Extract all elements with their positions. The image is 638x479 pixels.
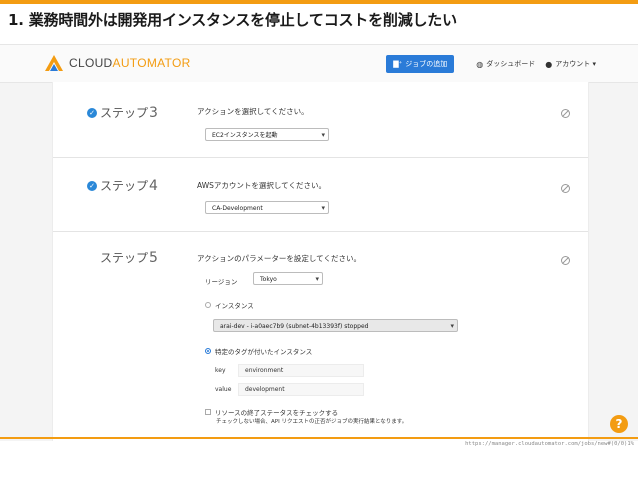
step-4-question: AWSアカウントを選択してください。 bbox=[197, 181, 326, 190]
check-circle-icon: ✓ bbox=[87, 180, 97, 191]
tag-key-input[interactable]: environment bbox=[238, 364, 364, 377]
dashboard-icon: ◍ bbox=[476, 59, 484, 69]
select-arrow-icon: ▾ bbox=[450, 322, 454, 330]
instance-select-value: arai-dev - i-a0aec7b9 (subnet-4b13393f) … bbox=[220, 323, 369, 330]
step-4-label-text: ステップ bbox=[100, 179, 149, 193]
region-label: リージョン bbox=[205, 278, 238, 286]
aws-account-select-value: CA-Development bbox=[212, 205, 263, 212]
add-job-icon: ▇⁺ bbox=[393, 60, 403, 68]
step-3-question: アクションを選択してください。 bbox=[197, 107, 309, 116]
disable-icon[interactable] bbox=[561, 256, 570, 265]
step-5-label: ステップ 5 bbox=[100, 249, 158, 266]
tag-key-label: key bbox=[215, 367, 226, 374]
bottom-accent-bar bbox=[0, 437, 638, 439]
nav-account-label: アカウント ▾ bbox=[555, 60, 596, 68]
step-5: ステップ 5 アクションのパラメーターを設定してください。 リージョン Toky… bbox=[53, 231, 588, 441]
tag-value-label: value bbox=[215, 386, 232, 393]
instance-radio[interactable]: インスタンス bbox=[205, 300, 254, 310]
instance-radio-label: インスタンス bbox=[215, 302, 254, 310]
step-5-number: 5 bbox=[149, 249, 158, 266]
job-form-panel: ✓ ステップ 3 アクションを選択してください。 EC2インスタンスを起動 ▾ … bbox=[52, 82, 589, 441]
logo-mark-icon bbox=[45, 55, 63, 71]
region-select-value: Tokyo bbox=[260, 276, 277, 283]
tagged-instance-radio[interactable]: 特定のタグが付いたインスタンス bbox=[205, 346, 312, 356]
nav-account[interactable]: ● アカウント ▾ bbox=[545, 59, 596, 69]
browser-screenshot: CLOUDAUTOMATOR ▇⁺ ジョブの追加 ◍ ダッシュボード ● アカウ… bbox=[0, 44, 638, 441]
step-5-question: アクションのパラメーターを設定してください。 bbox=[197, 254, 361, 263]
user-icon: ● bbox=[545, 59, 553, 69]
logo-text: CLOUDAUTOMATOR bbox=[69, 56, 191, 70]
check-status-label: リソースの終了ステータスをチェックする bbox=[215, 409, 339, 417]
help-button[interactable]: ? bbox=[610, 415, 628, 433]
disable-icon[interactable] bbox=[561, 109, 570, 118]
disable-icon[interactable] bbox=[561, 184, 570, 193]
action-select[interactable]: EC2インスタンスを起動 ▾ bbox=[205, 128, 329, 141]
radio-checked-icon bbox=[205, 348, 211, 354]
step-3-label: ✓ ステップ 3 bbox=[87, 104, 158, 121]
select-arrow-icon: ▾ bbox=[321, 131, 325, 139]
logo-text-suffix: AUTOMATOR bbox=[112, 56, 191, 70]
step-5-label-text: ステップ bbox=[100, 251, 149, 265]
app-header: CLOUDAUTOMATOR ▇⁺ ジョブの追加 ◍ ダッシュボード ● アカウ… bbox=[0, 45, 638, 83]
logo[interactable]: CLOUDAUTOMATOR bbox=[44, 53, 191, 73]
step-3: ✓ ステップ 3 アクションを選択してください。 EC2インスタンスを起動 ▾ bbox=[53, 82, 588, 158]
step-4-number: 4 bbox=[149, 177, 158, 194]
tag-value-input[interactable]: development bbox=[238, 383, 364, 396]
nav-dashboard-label: ダッシュボード bbox=[486, 60, 536, 68]
logo-text-prefix: CLOUD bbox=[69, 56, 113, 70]
check-circle-icon: ✓ bbox=[87, 107, 97, 118]
radio-unchecked-icon bbox=[205, 302, 211, 308]
add-job-button[interactable]: ▇⁺ ジョブの追加 bbox=[386, 55, 455, 73]
region-select[interactable]: Tokyo ▾ bbox=[253, 272, 323, 285]
checkbox-unchecked-icon bbox=[205, 409, 211, 415]
check-status-checkbox[interactable]: リソースの終了ステータスをチェックする bbox=[205, 407, 338, 417]
slide-title: 1. 業務時間外は開発用インスタンスを停止してコストを削減したい bbox=[8, 11, 457, 29]
step-4: ✓ ステップ 4 AWSアカウントを選択してください。 CA-Developme… bbox=[53, 157, 588, 232]
action-select-value: EC2インスタンスを起動 bbox=[212, 132, 278, 139]
aws-account-select[interactable]: CA-Development ▾ bbox=[205, 201, 329, 214]
slide-top-accent-bar bbox=[0, 0, 638, 4]
tagged-instance-radio-label: 特定のタグが付いたインスタンス bbox=[215, 348, 313, 356]
header-nav: ▇⁺ ジョブの追加 ◍ ダッシュボード ● アカウント ▾ bbox=[386, 55, 596, 73]
footer-url: https://manager.cloudautomator.com/jobs/… bbox=[465, 441, 634, 447]
nav-dashboard[interactable]: ◍ ダッシュボード bbox=[476, 59, 535, 69]
check-status-note: チェックしない場合、API リクエストの正否がジョブの実行結果となります。 bbox=[216, 419, 408, 425]
step-3-number: 3 bbox=[149, 104, 158, 121]
select-arrow-icon: ▾ bbox=[321, 204, 325, 212]
select-arrow-icon: ▾ bbox=[315, 275, 319, 283]
step-4-label: ✓ ステップ 4 bbox=[87, 177, 158, 194]
step-3-label-text: ステップ bbox=[100, 106, 149, 120]
add-job-button-label: ジョブの追加 bbox=[405, 60, 448, 68]
instance-select[interactable]: arai-dev - i-a0aec7b9 (subnet-4b13393f) … bbox=[213, 319, 458, 332]
